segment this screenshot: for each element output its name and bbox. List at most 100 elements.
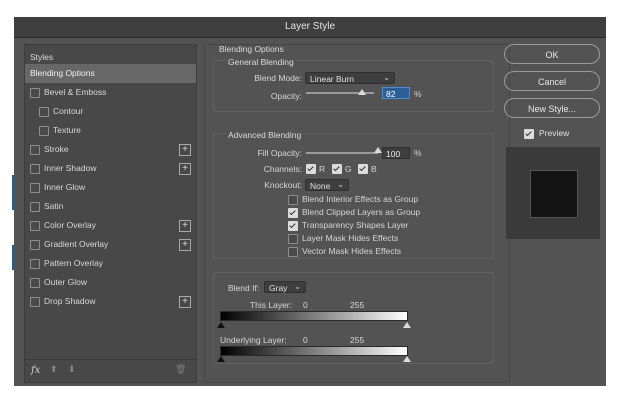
move-down-icon[interactable]: ⬇	[68, 364, 76, 375]
styles-list-panel: Styles Blending Options Bevel & Emboss Con…	[24, 44, 197, 383]
style-item-label: Gradient Overlay	[44, 239, 109, 249]
channel-g-checkbox[interactable]	[332, 164, 342, 174]
style-checkbox[interactable]	[30, 221, 40, 231]
channels-label: Channels:	[263, 164, 302, 174]
channel-r-checkbox[interactable]	[306, 164, 316, 174]
add-effect-plus-icon[interactable]: +	[179, 220, 191, 232]
style-item-stroke[interactable]: Stroke +	[25, 140, 196, 159]
blending-options-title: Blending Options	[219, 44, 284, 54]
add-effect-plus-icon[interactable]: +	[179, 144, 191, 156]
add-effect-plus-icon[interactable]: +	[179, 163, 191, 175]
this-layer-label: This Layer:	[249, 300, 292, 310]
style-item-label: Blending Options	[30, 68, 95, 78]
styles-header[interactable]: Styles	[30, 50, 53, 64]
knockout-select[interactable]: None ⌄	[305, 179, 349, 191]
this-layer-white-slider[interactable]	[403, 322, 411, 328]
style-item-bevel-emboss[interactable]: Bevel & Emboss	[25, 83, 196, 102]
style-item-pattern-overlay[interactable]: Pattern Overlay	[25, 254, 196, 273]
style-item-satin[interactable]: Satin	[25, 197, 196, 216]
blend-if-group: Blend If: Gray ⌄ This Layer: 0 255 Under…	[213, 272, 494, 364]
underlying-layer-gradient	[220, 346, 408, 356]
trash-icon[interactable]: 🗑	[175, 364, 186, 375]
general-blending-group: General Blending Blend Mode: Linear Burn…	[213, 57, 494, 112]
option-label: Transparency Shapes Layer	[302, 220, 409, 230]
add-effect-plus-icon[interactable]: +	[179, 239, 191, 251]
style-item-label: Bevel & Emboss	[44, 87, 107, 97]
blend-mode-select[interactable]: Linear Burn ⌄	[305, 72, 395, 84]
option-checkbox[interactable]	[288, 221, 298, 231]
underlying-layer-black-slider[interactable]	[217, 356, 225, 362]
this-layer-min: 0	[303, 300, 308, 310]
style-item-drop-shadow[interactable]: Drop Shadow +	[25, 292, 196, 311]
style-checkbox[interactable]	[30, 259, 40, 269]
style-checkbox[interactable]	[30, 278, 40, 288]
style-checkbox[interactable]	[30, 297, 40, 307]
fill-opacity-input[interactable]: 100	[382, 147, 410, 159]
channel-b-checkbox[interactable]	[358, 164, 368, 174]
style-item-label: Contour	[53, 106, 84, 116]
style-item-inner-glow[interactable]: Inner Glow	[25, 178, 196, 197]
option-label: Vector Mask Hides Effects	[302, 246, 402, 256]
style-item-label: Satin	[44, 201, 64, 211]
option-layer-mask-hides-effects[interactable]: Layer Mask Hides Effects	[288, 233, 478, 244]
style-checkbox[interactable]	[30, 183, 40, 193]
preview-shape	[530, 170, 578, 218]
blend-mode-label: Blend Mode:	[254, 73, 302, 83]
style-item-label: Outer Glow	[44, 277, 87, 287]
style-checkbox[interactable]	[39, 126, 49, 136]
option-blend-clipped-layers-as-group[interactable]: Blend Clipped Layers as Group	[288, 207, 478, 218]
option-checkbox[interactable]	[288, 208, 298, 218]
style-item-blending-options[interactable]: Blending Options	[25, 64, 196, 83]
style-checkbox[interactable]	[30, 145, 40, 155]
style-item-label: Color Overlay	[44, 220, 96, 230]
style-checkbox[interactable]	[30, 240, 40, 250]
style-item-label: Drop Shadow	[44, 296, 96, 306]
opacity-slider-thumb[interactable]	[357, 89, 366, 95]
this-layer-max: 255	[350, 300, 365, 310]
style-checkbox[interactable]	[30, 88, 40, 98]
underlying-layer-white-slider[interactable]	[403, 356, 411, 362]
style-item-gradient-overlay[interactable]: Gradient Overlay +	[25, 235, 196, 254]
new-style-button[interactable]: New Style...	[504, 98, 600, 118]
style-item-label: Stroke	[44, 144, 69, 154]
option-blend-interior-effects-as-group[interactable]: Blend Interior Effects as Group	[288, 194, 478, 205]
channel-r-label: R	[319, 164, 326, 174]
advanced-blending-title: Advanced Blending	[226, 130, 304, 140]
underlying-layer-min: 0	[303, 335, 308, 345]
option-checkbox[interactable]	[288, 234, 298, 244]
fx-menu-icon[interactable]: fx	[31, 365, 40, 376]
style-item-inner-shadow[interactable]: Inner Shadow +	[25, 159, 196, 178]
style-item-outer-glow[interactable]: Outer Glow	[25, 273, 196, 292]
style-item-texture[interactable]: Texture	[25, 121, 196, 140]
styles-footer: fx ⬆ ⬇ 🗑	[25, 359, 196, 382]
preview-label: Preview	[539, 128, 570, 138]
fill-opacity-slider-thumb[interactable]	[374, 147, 382, 153]
ok-button[interactable]: OK	[504, 44, 600, 64]
option-vector-mask-hides-effects[interactable]: Vector Mask Hides Effects	[288, 246, 478, 257]
blend-if-select[interactable]: Gray ⌄	[264, 281, 306, 293]
opacity-unit: %	[414, 89, 422, 99]
option-checkbox[interactable]	[288, 195, 298, 205]
option-transparency-shapes-layer[interactable]: Transparency Shapes Layer	[288, 220, 478, 231]
this-layer-black-slider[interactable]	[217, 322, 225, 328]
opacity-input[interactable]: 82	[382, 87, 410, 99]
preview-checkbox[interactable]	[524, 129, 534, 139]
option-checkbox[interactable]	[288, 247, 298, 257]
style-item-color-overlay[interactable]: Color Overlay +	[25, 216, 196, 235]
cancel-button[interactable]: Cancel	[504, 71, 600, 91]
option-label: Blend Interior Effects as Group	[302, 194, 419, 204]
channel-b-label: B	[371, 164, 377, 174]
fill-opacity-slider-track[interactable]	[306, 152, 378, 154]
option-label: Layer Mask Hides Effects	[302, 233, 399, 243]
style-checkbox[interactable]	[39, 107, 49, 117]
add-effect-plus-icon[interactable]: +	[179, 296, 191, 308]
style-checkbox[interactable]	[30, 164, 40, 174]
blend-mode-value: Linear Burn	[310, 74, 354, 84]
preview-swatch	[506, 147, 600, 239]
chevron-down-icon: ⌄	[294, 282, 301, 291]
opacity-label: Opacity:	[270, 91, 302, 101]
underlying-layer-max: 255	[350, 335, 365, 345]
style-item-contour[interactable]: Contour	[25, 102, 196, 121]
style-checkbox[interactable]	[30, 202, 40, 212]
move-up-icon[interactable]: ⬆	[50, 364, 58, 375]
